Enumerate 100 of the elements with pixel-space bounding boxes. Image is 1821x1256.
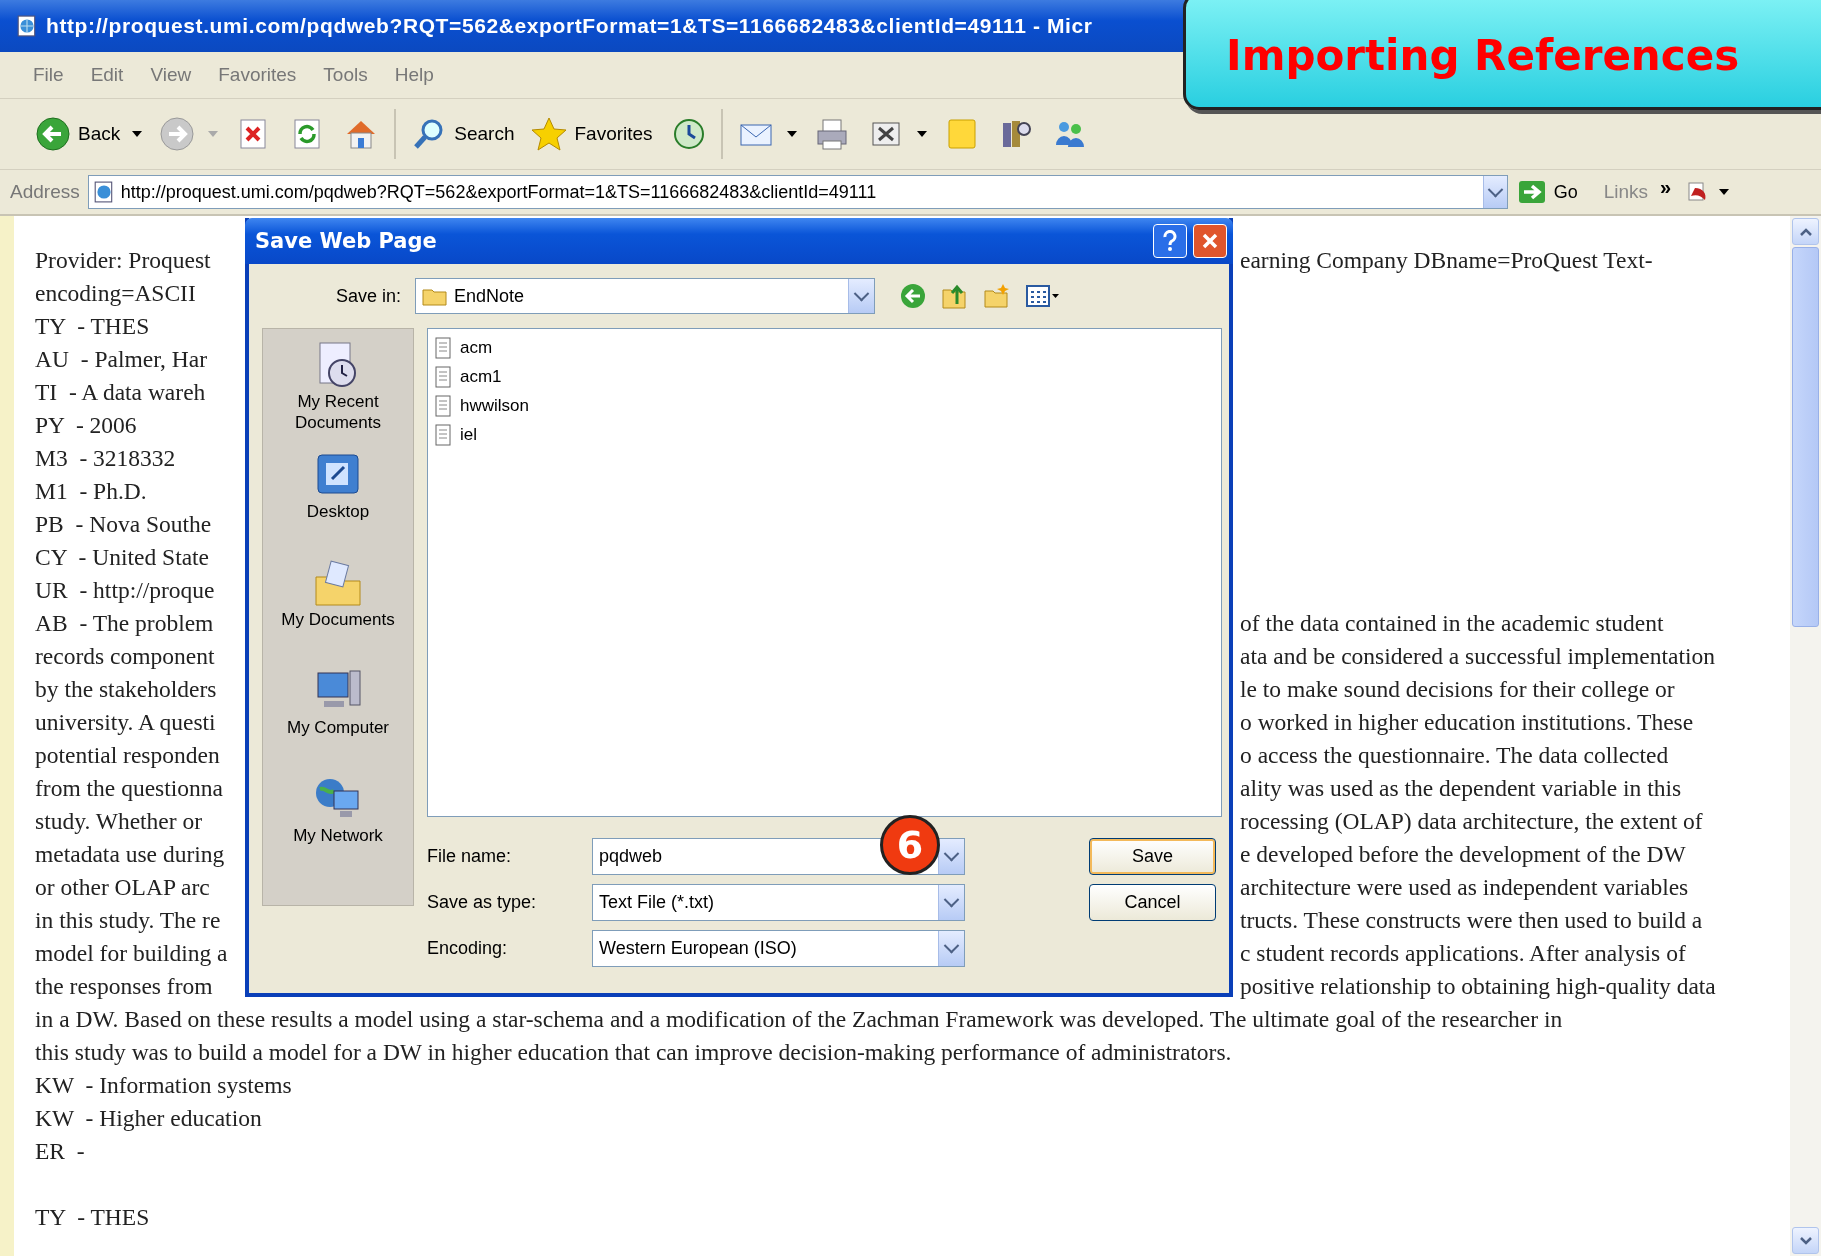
menu-item[interactable]: Tools [323,64,368,86]
text-line: c student records applications. After analysis of [1240,939,1687,968]
text-line: Provider: Proquest [35,246,212,275]
text-line: PB - Nova Southe [35,510,213,539]
folder-icon [422,286,448,306]
place-label: My Computer [287,717,389,738]
save-in-dropdown[interactable]: EndNote [415,278,875,314]
list-entry[interactable]: hwwilson [434,391,529,420]
text-line: o worked in higher education institutions. These [1240,708,1695,737]
address-label: Address [10,181,80,203]
text-line: ality was used as the dependent variable in this [1240,774,1683,803]
places-item[interactable]: My Network [268,771,408,867]
place-label: My Recent Documents [294,391,382,433]
save-button[interactable]: Save [1089,838,1216,875]
go-button[interactable]: Go [1513,180,1592,204]
back-button[interactable]: Back [28,111,149,157]
text-line: earning Company DBname=ProQuest Text- [1240,246,1654,275]
text-line: study. Whether or [35,807,204,836]
places-item[interactable]: Desktop [268,447,408,543]
text-line: rocessing (OLAP) data architecture, the extent of [1240,807,1704,836]
text-line: TY - THES [35,312,151,341]
list-entry[interactable]: acm [434,333,493,362]
text-line: records component [35,642,216,671]
menu-item[interactable]: View [150,64,192,86]
caret-icon[interactable] [916,131,927,137]
save-in-label: Save in: [334,285,401,307]
text-line: o access the questionnaire. The data collected [1240,741,1670,770]
text-document-icon [434,336,452,359]
menu-item[interactable]: Help [394,64,434,86]
text-line: university. A questi [35,708,217,737]
more-button[interactable]: » [1654,175,1682,209]
close-icon [1200,231,1220,251]
scroll-thumb[interactable] [1792,247,1819,627]
help-button[interactable] [1153,224,1187,258]
close-button[interactable] [1193,224,1227,258]
field-label: Save as type: [427,892,538,913]
field-label: Encoding: [427,938,509,959]
places-item[interactable]: My Recent Documents [268,337,408,435]
text-line: in this study. The re [35,906,222,935]
text-line: ER - [35,1138,85,1164]
text-line: AU - Palmer, Har [35,345,208,374]
favorites-button[interactable]: Favorites [524,111,659,157]
text-document-icon [434,423,452,446]
text-line: tructs. These constructs were then used to build a [1240,906,1704,935]
text-line: e developed before the development of the DW [1240,840,1687,869]
text-line: the responses from [35,972,214,1001]
search-button[interactable]: Search [404,111,521,157]
text-line: or other OLAP arc [35,873,211,902]
text-line: AB - The problem [35,609,215,638]
page-icon [16,15,38,37]
views-menu-icon[interactable] [1025,282,1061,310]
window-title: http://proquest.umi.com/pqdweb?RQT=562&exportFormat=1&TS=1166682483&clientId=49111 - Micr [46,14,1093,38]
combo-field[interactable]: Western European (ISO) [592,930,965,967]
text-line: architecture were used as independent variables [1240,873,1690,902]
field-label: File name: [427,846,513,867]
text-line: CY - United State [35,543,211,572]
text-line: by the stakeholders [35,675,218,704]
text-line: model for building a [35,939,229,968]
text-line: KW - Higher education [35,1105,262,1131]
text-line: of the data contained in the academic student [1240,609,1665,638]
menu-item[interactable]: Favorites [218,64,297,86]
up-folder-icon[interactable] [941,282,969,310]
address-field[interactable]: http://proquest.umi.com/pqdweb?RQT=562&exportFormat=1&TS=1166682483&clientId=49111 [87,175,1508,209]
toolbar-button[interactable] [1687,180,1730,204]
caret-icon[interactable] [1719,189,1730,195]
forward-icon [158,115,197,153]
text-line: metadata use during [35,840,226,869]
scroll-down-icon[interactable] [1792,1227,1819,1254]
text-line: this study was to build a model for a DW in higher education that can improve decision-making performance of administrators. [35,1039,1232,1065]
menu-item[interactable]: File [33,64,64,86]
web-page-icon [92,181,115,203]
places-item[interactable]: My Documents [268,555,408,651]
cancel-button[interactable]: Cancel [1089,884,1216,921]
caret-icon[interactable] [786,131,797,137]
dialog-title: Save Web Page [255,229,438,253]
text-line: TY - THES [35,1204,150,1230]
menu-item[interactable]: Edit [90,64,124,86]
text-line: M3 - 3218332 [35,444,177,473]
place-label: My Documents [281,609,395,630]
combo-field[interactable]: Text File (*.txt) [592,884,965,921]
caret-icon[interactable] [132,131,143,137]
text-line: encoding=ASCII [35,279,197,308]
places-item[interactable]: My Computer [268,663,408,759]
callout-title: Importing References [1226,30,1740,80]
list-entry[interactable]: acm1 [434,362,502,391]
place-label: Desktop [306,501,370,522]
text-line: in a DW. Based on these results a model using a star-schema and a modification of the Zachman Framework was developed. The ultimate goal of the researcher in [35,1006,1563,1032]
scroll-up-icon[interactable] [1792,218,1819,245]
text-line: M1 - Ph.D. [35,477,148,506]
favorites-icon [530,115,569,153]
text-document-icon [434,365,452,388]
text-document-icon [434,394,452,417]
scrollbar[interactable] [1790,216,1821,1256]
text-line: potential responden [35,741,221,770]
back-icon[interactable] [899,282,927,310]
back-icon [34,115,72,153]
text-line: UR - http://proque [35,576,216,605]
list-entry[interactable]: iel [434,420,477,449]
text-line: le to make sound decisions for their college or [1240,675,1676,704]
text-line: PY - 2006 [35,411,138,440]
